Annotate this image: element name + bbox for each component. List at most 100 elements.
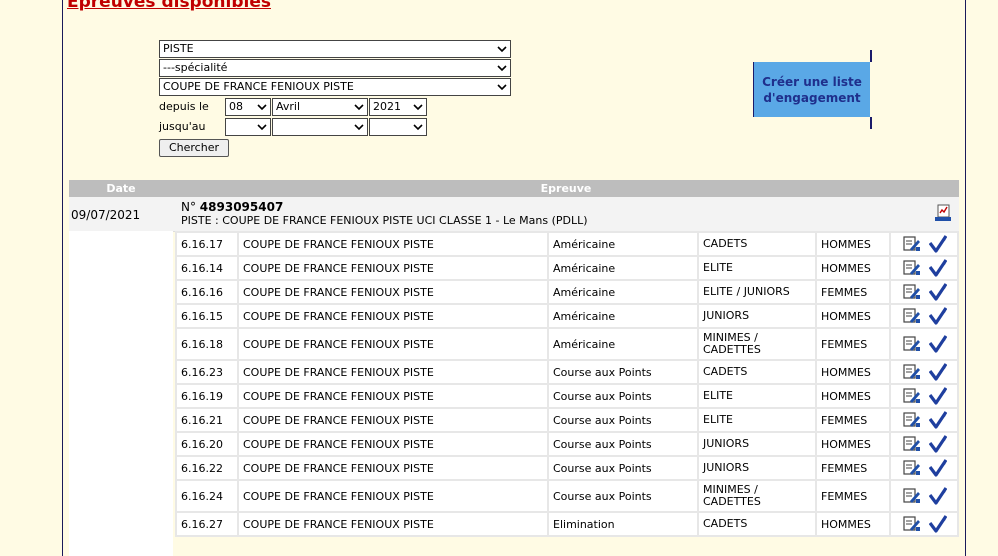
row-category: CADETS [699,361,815,383]
row-competition: COUPE DE FRANCE FENIOUX PISTE [239,281,547,303]
row-sex: FEMMES [817,409,889,431]
row-code: 6.16.24 [177,481,237,511]
row-actions [891,233,957,255]
row-sex: HOMMES [817,513,889,535]
validate-check-icon[interactable] [928,362,948,382]
to-day-select[interactable] [225,118,271,136]
row-competition: COUPE DE FRANCE FENIOUX PISTE [239,305,547,327]
validate-check-icon[interactable] [928,334,948,354]
to-month-select[interactable] [272,118,368,136]
table-row: 6.16.22 COUPE DE FRANCE FENIOUX PISTE Co… [177,457,957,479]
create-button-line1: Créer une liste [762,74,862,89]
depuis-label: depuis le [159,100,209,113]
row-actions [891,457,957,479]
chevron-down-icon [413,104,423,111]
row-competition: COUPE DE FRANCE FENIOUX PISTE [239,361,547,383]
row-code: 6.16.23 [177,361,237,383]
edit-entry-icon[interactable] [901,386,921,406]
from-month-select[interactable]: Avril [272,98,368,116]
table-row: 6.16.21 COUPE DE FRANCE FENIOUX PISTE Co… [177,409,957,431]
validate-check-icon[interactable] [928,410,948,430]
row-type: Américaine [549,305,697,327]
validate-check-icon[interactable] [928,306,948,326]
row-type: Course aux Points [549,385,697,407]
validate-check-icon[interactable] [928,514,948,534]
from-day-select[interactable]: 08 [225,98,271,116]
search-button[interactable]: Chercher [159,139,229,157]
event-description: PISTE : COUPE DE FRANCE FENIOUX PISTE UC… [181,214,588,227]
row-competition: COUPE DE FRANCE FENIOUX PISTE [239,433,547,455]
table-row: 6.16.16 COUPE DE FRANCE FENIOUX PISTE Am… [177,281,957,303]
row-type: Américaine [549,233,697,255]
row-sex: HOMMES [817,233,889,255]
column-header-date: Date [106,182,136,195]
validate-check-icon[interactable] [928,458,948,478]
edit-entry-icon[interactable] [901,486,921,506]
edit-entry-icon[interactable] [901,234,921,254]
edit-entry-icon[interactable] [901,410,921,430]
row-actions [891,281,957,303]
validate-check-icon[interactable] [928,434,948,454]
edit-entry-icon[interactable] [901,458,921,478]
row-code: 6.16.21 [177,409,237,431]
row-actions [891,433,957,455]
table-row: 6.16.23 COUPE DE FRANCE FENIOUX PISTE Co… [177,361,957,383]
edit-entry-icon[interactable] [901,306,921,326]
row-type: Course aux Points [549,361,697,383]
row-code: 6.16.22 [177,457,237,479]
row-sex: HOMMES [817,257,889,279]
validate-check-icon[interactable] [928,258,948,278]
edit-entry-icon[interactable] [901,434,921,454]
row-category: ELITE [699,257,815,279]
validate-check-icon[interactable] [928,282,948,302]
pdf-export-icon[interactable] [933,203,953,223]
chevron-down-icon [497,65,507,72]
row-code: 6.16.18 [177,329,237,359]
from-year-select[interactable]: 2021 [369,98,427,116]
row-competition: COUPE DE FRANCE FENIOUX PISTE [239,513,547,535]
row-sex: HOMMES [817,305,889,327]
jusquau-label: jusqu'au [159,120,206,133]
validate-check-icon[interactable] [928,486,948,506]
table-row: 6.16.20 COUPE DE FRANCE FENIOUX PISTE Co… [177,433,957,455]
event-row: 09/07/2021 N° 4893095407 PISTE : COUPE D… [69,197,959,232]
row-competition: COUPE DE FRANCE FENIOUX PISTE [239,257,547,279]
table-row: 6.16.27 COUPE DE FRANCE FENIOUX PISTE El… [177,513,957,535]
row-type: Course aux Points [549,409,697,431]
create-entry-list-button[interactable]: Créer une liste d'engagement [753,50,872,129]
row-competition: COUPE DE FRANCE FENIOUX PISTE [239,329,547,359]
row-actions [891,481,957,511]
table-row: 6.16.19 COUPE DE FRANCE FENIOUX PISTE Co… [177,385,957,407]
row-sex: FEMMES [817,281,889,303]
create-button-line2: d'engagement [763,90,861,105]
edit-entry-icon[interactable] [901,334,921,354]
validate-check-icon[interactable] [928,386,948,406]
edit-entry-icon[interactable] [901,514,921,534]
row-sex: HOMMES [817,385,889,407]
epreuves-table: 6.16.17 COUPE DE FRANCE FENIOUX PISTE Am… [175,231,959,537]
row-actions [891,257,957,279]
competition-select[interactable]: COUPE DE FRANCE FENIOUX PISTE [159,78,511,96]
event-number: N° 4893095407 [181,200,284,214]
event-date: 09/07/2021 [71,208,141,222]
row-competition: COUPE DE FRANCE FENIOUX PISTE [239,233,547,255]
button-border-decoration [870,50,872,62]
discipline-select[interactable]: PISTE [159,40,511,58]
edit-entry-icon[interactable] [901,282,921,302]
row-category: JUNIORS [699,305,815,327]
row-category: MINIMES / CADETTES [699,481,815,511]
row-code: 6.16.19 [177,385,237,407]
chevron-down-icon [413,124,423,131]
validate-check-icon[interactable] [928,234,948,254]
row-actions [891,361,957,383]
row-category: ELITE [699,409,815,431]
row-sex: HOMMES [817,433,889,455]
edit-entry-icon[interactable] [901,362,921,382]
row-type: Course aux Points [549,433,697,455]
table-row: 6.16.14 COUPE DE FRANCE FENIOUX PISTE Am… [177,257,957,279]
edit-entry-icon[interactable] [901,258,921,278]
row-competition: COUPE DE FRANCE FENIOUX PISTE [239,385,547,407]
to-year-select[interactable] [369,118,427,136]
specialite-select[interactable]: ---spécialité [159,59,511,77]
table-header: Date Epreuve [69,180,959,197]
